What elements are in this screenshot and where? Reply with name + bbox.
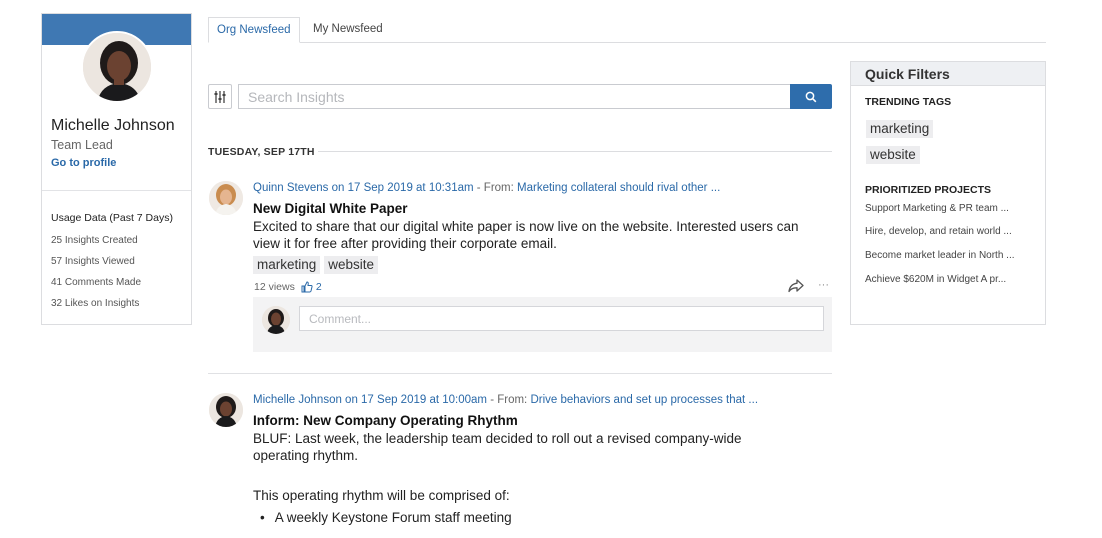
tag-chip[interactable]: marketing (253, 256, 321, 274)
newsfeed-tabs: Org Newsfeed My Newsfeed (208, 17, 1046, 43)
divider (42, 190, 191, 191)
avatar[interactable] (209, 181, 243, 215)
quick-filters-title: Quick Filters (851, 62, 1045, 86)
usage-item: 41 Comments Made (51, 277, 142, 288)
avatar-portrait (209, 393, 243, 427)
tag-chip[interactable]: website (324, 256, 379, 274)
project-link[interactable]: Support Marketing & PR team ... (865, 203, 1009, 214)
filter-button[interactable] (208, 84, 232, 109)
project-link[interactable]: Achieve $620M in Widget A pr... (865, 274, 1006, 285)
search-icon (805, 91, 817, 102)
profile-card: Michelle Johnson Team Lead Go to profile… (41, 13, 192, 325)
post-meta: Quinn Stevens on 17 Sep 2019 at 10:31am … (253, 182, 720, 194)
trending-tag[interactable]: marketing (866, 120, 934, 138)
more-icon[interactable]: ··· (818, 279, 829, 291)
project-link[interactable]: Marketing collateral should rival other … (517, 182, 720, 194)
from-label: - From: (473, 182, 518, 194)
tab-org-newsfeed[interactable]: Org Newsfeed (208, 17, 300, 43)
author-link[interactable]: Quinn Stevens on 17 Sep 2019 at 10:31am (253, 182, 474, 194)
list-item: A weekly Keystone Forum staff meeting (260, 510, 512, 525)
avatar-portrait (262, 306, 290, 334)
usage-list: 25 Insights Created 57 Insights Viewed 4… (51, 235, 141, 319)
post-title[interactable]: New Digital White Paper (253, 201, 408, 216)
like-button[interactable]: 2 (301, 281, 322, 293)
divider (318, 151, 832, 152)
usage-title: Usage Data (Past 7 Days) (51, 212, 173, 224)
thumbs-up-icon (301, 281, 313, 293)
trending-tags-title: TRENDING TAGS (865, 96, 952, 108)
project-link[interactable]: Drive behaviors and set up processes tha… (530, 394, 758, 406)
post-meta: Michelle Johnson on 17 Sep 2019 at 10:00… (253, 394, 758, 406)
view-count: 12 views (254, 281, 295, 293)
post-title[interactable]: Inform: New Company Operating Rhythm (253, 413, 518, 428)
post-stats: 12 views 2 (254, 281, 322, 293)
search-input[interactable] (238, 84, 791, 109)
post-tags: marketing website (253, 256, 382, 274)
post-body: Excited to share that our digital white … (253, 219, 799, 251)
post-body-paragraph: This operating rhythm will be comprised … (253, 488, 510, 503)
filter-sliders-icon (214, 90, 226, 103)
author-link[interactable]: Michelle Johnson on 17 Sep 2019 at 10:00… (253, 394, 487, 406)
usage-item: 32 Likes on Insights (51, 298, 140, 309)
share-icon[interactable] (787, 278, 805, 294)
project-link[interactable]: Become market leader in North ... (865, 250, 1015, 261)
avatar[interactable] (209, 393, 243, 427)
profile-name: Michelle Johnson (51, 117, 175, 134)
avatar (262, 306, 290, 334)
like-count: 2 (315, 281, 322, 293)
usage-item: 57 Insights Viewed (51, 256, 135, 267)
prioritized-projects-title: PRIORITIZED PROJECTS (865, 184, 992, 196)
go-to-profile-link[interactable]: Go to profile (51, 157, 116, 169)
trending-tag[interactable]: website (866, 146, 920, 164)
avatar-portrait (209, 181, 243, 215)
tab-my-newsfeed[interactable]: My Newsfeed (305, 17, 391, 43)
avatar[interactable] (81, 31, 153, 103)
search-button[interactable] (790, 84, 832, 109)
usage-item: 25 Insights Created (51, 235, 138, 246)
comment-input[interactable] (299, 306, 824, 331)
quick-filters-panel: Quick Filters TRENDING TAGS marketing we… (850, 61, 1046, 325)
comment-area (253, 297, 832, 352)
avatar-portrait (83, 33, 151, 101)
profile-role: Team Lead (51, 138, 113, 152)
divider (208, 373, 832, 374)
date-header: TUESDAY, SEP 17TH (208, 146, 315, 158)
post-body: BLUF: Last week, the leadership team dec… (253, 431, 742, 463)
project-link[interactable]: Hire, develop, and retain world ... (865, 226, 1012, 237)
from-label: - From: (487, 394, 531, 406)
post-bullet-list: A weekly Keystone Forum staff meeting (260, 510, 512, 525)
